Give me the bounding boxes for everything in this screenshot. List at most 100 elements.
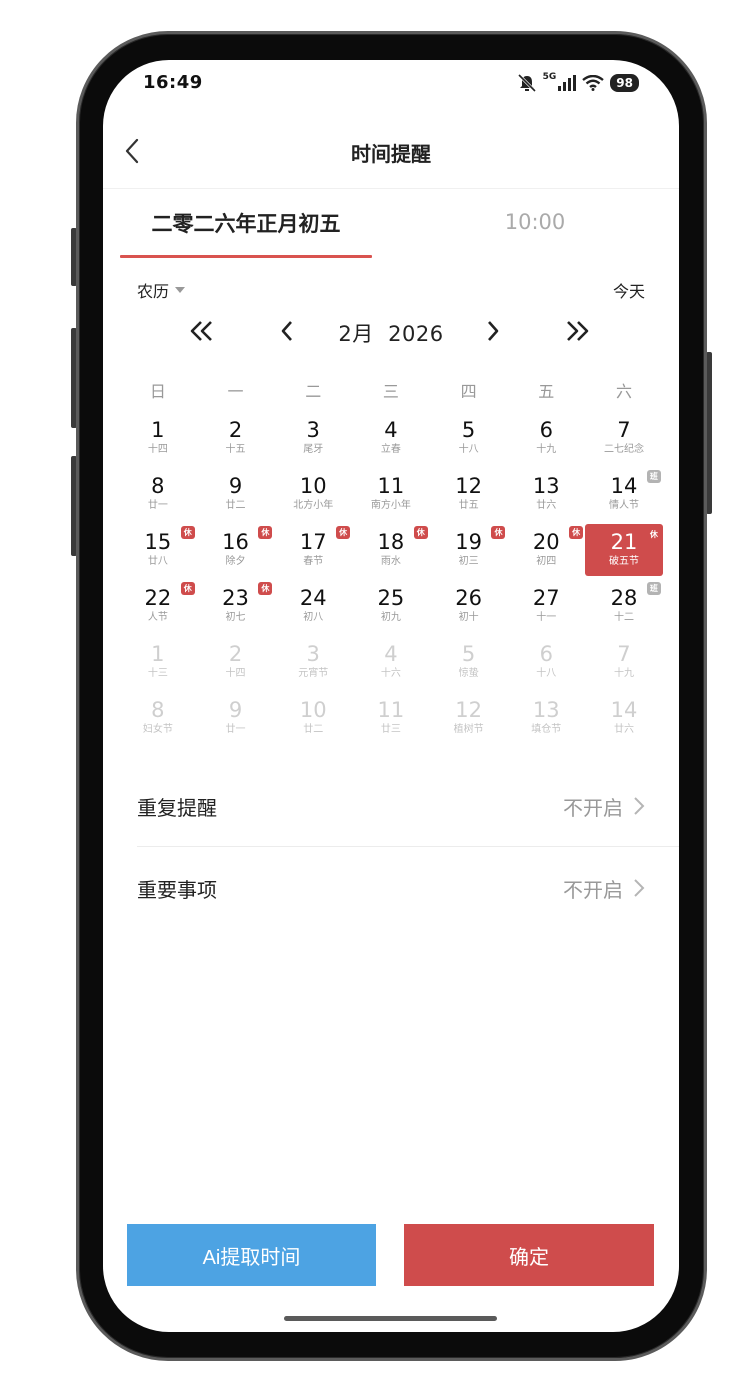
lunar-date: 除夕	[225, 556, 246, 567]
lunar-date: 十四	[147, 444, 168, 455]
settings-divider	[137, 846, 679, 847]
confirm-button[interactable]: 确定	[404, 1224, 654, 1286]
lunar-date: 尾牙	[303, 444, 324, 455]
calendar-day[interactable]: 25 初九	[352, 578, 430, 634]
lunar-date: 十九	[536, 444, 557, 455]
lunar-date: 十九	[613, 668, 634, 679]
calendar-day[interactable]: 4 立春	[352, 410, 430, 466]
repeat-reminder-row[interactable]: 重复提醒 不开启	[137, 766, 679, 846]
day-number: 18	[377, 530, 405, 554]
calendar-day[interactable]: 10 北方小年	[274, 466, 352, 522]
calendar-day[interactable]: 15 廿八 休	[119, 522, 197, 578]
calendar-day[interactable]: 18 雨水 休	[352, 522, 430, 578]
calendar-day[interactable]: 22 人节 休	[119, 578, 197, 634]
calendar-day[interactable]: 28 十二 班	[585, 578, 663, 634]
weekday-label: 四	[460, 382, 477, 401]
lunar-date: 廿八	[147, 556, 168, 567]
lunar-date: 初四	[536, 556, 557, 567]
lunar-date: 情人节	[608, 500, 639, 511]
home-indicator	[284, 1316, 497, 1321]
ai-extract-time-button[interactable]: Ai提取时间	[127, 1224, 376, 1286]
lunar-date: 立春	[380, 444, 401, 455]
calendar-day[interactable]: 14 廿六	[585, 690, 663, 746]
day-number: 10	[299, 698, 327, 722]
calendar-day[interactable]: 2 十四	[197, 634, 275, 690]
day-number: 7	[617, 418, 631, 442]
calendar-day[interactable]: 8 妇女节	[119, 690, 197, 746]
lunar-date: 廿一	[225, 724, 246, 735]
calendar-day[interactable]: 17 春节 休	[274, 522, 352, 578]
important-item-row[interactable]: 重要事项 不开启	[137, 848, 679, 928]
prev-year-button[interactable]	[185, 316, 219, 346]
day-number: 27	[532, 586, 560, 610]
calendar-day[interactable]: 23 初七 休	[197, 578, 275, 634]
next-year-button[interactable]	[560, 316, 594, 346]
calendar-day[interactable]: 13 廿六	[507, 466, 585, 522]
day-number: 28	[610, 586, 638, 610]
day-number: 13	[532, 474, 560, 498]
calendar-day[interactable]: 1 十三	[119, 634, 197, 690]
lunar-date: 十四	[225, 668, 246, 679]
calendar-day[interactable]: 4 十六	[352, 634, 430, 690]
lunar-date: 初三	[458, 556, 479, 567]
calendar-day-selected[interactable]: 21 破五节 休	[585, 524, 663, 576]
lunar-date: 十五	[225, 444, 246, 455]
calendar-day[interactable]: 12 植树节	[430, 690, 508, 746]
holiday-badge: 休	[336, 526, 351, 539]
prev-month-button[interactable]	[270, 316, 304, 346]
day-number: 17	[299, 530, 327, 554]
double-chevron-left-icon	[190, 321, 212, 341]
calendar-day[interactable]: 1 十四	[119, 410, 197, 466]
calendar-day[interactable]: 10 廿二	[274, 690, 352, 746]
calendar-day[interactable]: 6 十九	[507, 410, 585, 466]
header-divider	[103, 188, 679, 189]
calendar-day[interactable]: 12 廿五	[430, 466, 508, 522]
calendar-mode-dropdown[interactable]: 农历	[137, 278, 186, 302]
chevron-right-icon	[634, 797, 645, 815]
page-title: 时间提醒	[351, 142, 431, 166]
calendar-day[interactable]: 11 廿三	[352, 690, 430, 746]
day-number: 19	[455, 530, 482, 554]
day-number: 6	[539, 418, 553, 442]
lunar-date: 廿一	[147, 500, 168, 511]
calendar-day[interactable]: 24 初八	[274, 578, 352, 634]
calendar-day[interactable]: 2 十五	[197, 410, 275, 466]
calendar-day[interactable]: 20 初四 休	[507, 522, 585, 578]
calendar-day[interactable]: 3 元宵节	[274, 634, 352, 690]
calendar-day[interactable]: 5 十八	[430, 410, 508, 466]
calendar-day[interactable]: 9 廿二	[197, 466, 275, 522]
day-number: 21	[610, 530, 638, 554]
calendar-day[interactable]: 13 填仓节	[507, 690, 585, 746]
caret-down-icon	[175, 287, 186, 293]
next-month-button[interactable]	[476, 316, 510, 346]
day-number: 11	[377, 474, 405, 498]
calendar-day[interactable]: 11 南方小年	[352, 466, 430, 522]
cell-signal-icon	[558, 75, 577, 91]
calendar-day[interactable]: 9 廿一	[197, 690, 275, 746]
day-number: 25	[377, 586, 405, 610]
lunar-date: 雨水	[380, 556, 401, 567]
double-chevron-right-icon	[567, 321, 589, 341]
lunar-date: 南方小年	[370, 500, 411, 511]
calendar-day[interactable]: 7 二七纪念	[585, 410, 663, 466]
calendar-day[interactable]: 14 情人节 班	[585, 466, 663, 522]
day-number: 14	[610, 474, 638, 498]
calendar-day[interactable]: 3 尾牙	[274, 410, 352, 466]
lunar-date: 十三	[147, 668, 168, 679]
calendar-day[interactable]: 27 十一	[507, 578, 585, 634]
day-number: 4	[384, 418, 398, 442]
tab-time[interactable]: 10:00	[463, 210, 607, 234]
calendar-day[interactable]: 5 惊蛰	[430, 634, 508, 690]
calendar-day[interactable]: 6 十八	[507, 634, 585, 690]
chevron-left-icon	[281, 321, 292, 341]
calendar-day[interactable]: 8 廿一	[119, 466, 197, 522]
calendar-day[interactable]: 19 初三 休	[430, 522, 508, 578]
day-number: 11	[377, 698, 405, 722]
tab-date[interactable]: 二零二六年正月初五	[120, 208, 372, 238]
calendar-day[interactable]: 7 十九	[585, 634, 663, 690]
today-button[interactable]: 今天	[613, 278, 645, 302]
calendar-day[interactable]: 16 除夕 休	[197, 522, 275, 578]
calendar-day[interactable]: 26 初十	[430, 578, 508, 634]
lunar-date: 廿五	[458, 500, 479, 511]
lunar-date: 植树节	[453, 724, 484, 735]
